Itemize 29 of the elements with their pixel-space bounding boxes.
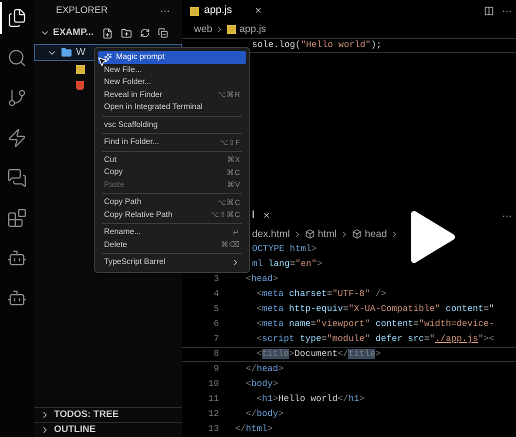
tab-label: app.js: [204, 3, 232, 18]
code-line: <script type="module" defer src="./app.js"><: [256, 332, 494, 346]
line-number: 8: [214, 348, 219, 359]
code-line: </html>: [235, 422, 273, 436]
code-line: <title>Document</title>: [256, 348, 381, 361]
code-line: ml lang="en">: [252, 258, 322, 271]
code-line: <meta name="viewport" content="width=device-: [256, 318, 494, 331]
line-number: 5: [214, 304, 219, 314]
code-line: OCTYPE html>: [252, 242, 317, 256]
line-number: 7: [214, 334, 219, 344]
code-line: </body>: [244, 408, 284, 421]
line-number: 6: [214, 318, 219, 329]
folder-label: W: [76, 46, 86, 60]
code-line: <meta http-equiv="X-UA-Compatible" content=": [256, 302, 494, 316]
code-line: </head>: [244, 362, 284, 376]
line-number: 11: [208, 394, 219, 404]
line-number: 9: [214, 364, 219, 374]
tab-label: l: [252, 208, 254, 224]
line-number: 3: [214, 274, 219, 284]
sidebar-title: EXPLORER: [56, 4, 108, 18]
line-number: 10: [208, 378, 219, 389]
code-line: <h1>Hello world</h1>: [256, 392, 365, 406]
code-line: <meta charset="UTF-8" />: [256, 288, 386, 301]
line-number: 13: [208, 424, 219, 434]
line-number: 12: [208, 408, 219, 419]
code-line: <body>: [244, 378, 278, 391]
code-line: sole.log("Hello world");: [252, 38, 382, 52]
line-number: 4: [214, 288, 219, 299]
code-line: <head>: [244, 272, 278, 286]
